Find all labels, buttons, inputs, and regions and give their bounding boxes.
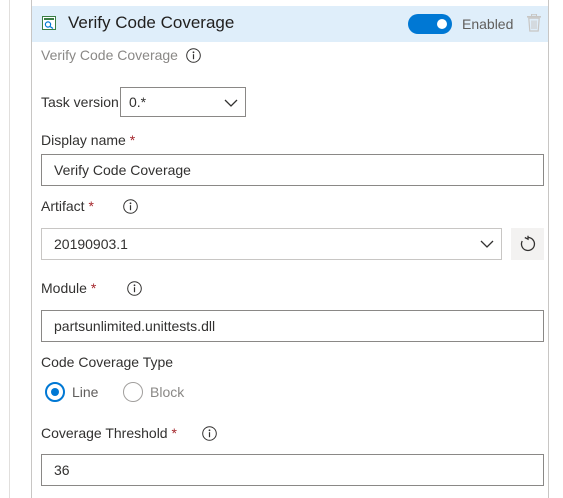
- artifact-label: Artifact *: [41, 198, 94, 214]
- task-version-label: Task version: [41, 94, 119, 110]
- chevron-down-icon: [480, 240, 494, 248]
- info-icon[interactable]: [127, 281, 142, 296]
- display-name-label: Display name *: [41, 132, 136, 148]
- toggle-knob: [437, 19, 447, 29]
- module-value: partsunlimited.unittests.dll: [54, 318, 216, 334]
- threshold-label: Coverage Threshold *: [41, 425, 177, 441]
- display-name-value: Verify Code Coverage: [54, 162, 191, 178]
- task-title: Verify Code Coverage: [68, 13, 235, 32]
- trash-icon[interactable]: [526, 14, 542, 32]
- task-header[interactable]: Verify Code Coverage Enabled: [32, 6, 548, 42]
- info-icon[interactable]: [186, 48, 201, 63]
- artifact-dropdown[interactable]: 20190903.1: [41, 228, 502, 260]
- module-field[interactable]: partsunlimited.unittests.dll: [41, 310, 544, 342]
- task-subtitle: Verify Code Coverage: [41, 47, 178, 63]
- refresh-icon: [520, 235, 536, 252]
- task-icon: [42, 16, 56, 30]
- artifact-value: 20190903.1: [54, 236, 128, 252]
- radio-block[interactable]: [123, 382, 143, 402]
- refresh-button[interactable]: [511, 228, 544, 260]
- radio-line[interactable]: [45, 382, 65, 402]
- radio-dot: [51, 388, 59, 396]
- outer-divider: [9, 0, 10, 498]
- chevron-down-icon: [224, 99, 238, 107]
- info-icon[interactable]: [123, 199, 138, 214]
- task-version-value: 0.*: [129, 94, 147, 110]
- radio-block-label[interactable]: Block: [150, 384, 184, 400]
- info-icon[interactable]: [202, 426, 217, 441]
- threshold-value: 36: [54, 462, 70, 478]
- radio-line-label[interactable]: Line: [72, 384, 98, 400]
- enabled-toggle[interactable]: [408, 14, 452, 34]
- task-version-dropdown[interactable]: 0.*: [120, 87, 246, 117]
- enabled-label: Enabled: [462, 16, 514, 32]
- module-label: Module *: [41, 280, 97, 296]
- coverage-type-label: Code Coverage Type: [41, 354, 174, 370]
- display-name-field[interactable]: Verify Code Coverage: [41, 154, 544, 186]
- threshold-field[interactable]: 36: [41, 454, 544, 486]
